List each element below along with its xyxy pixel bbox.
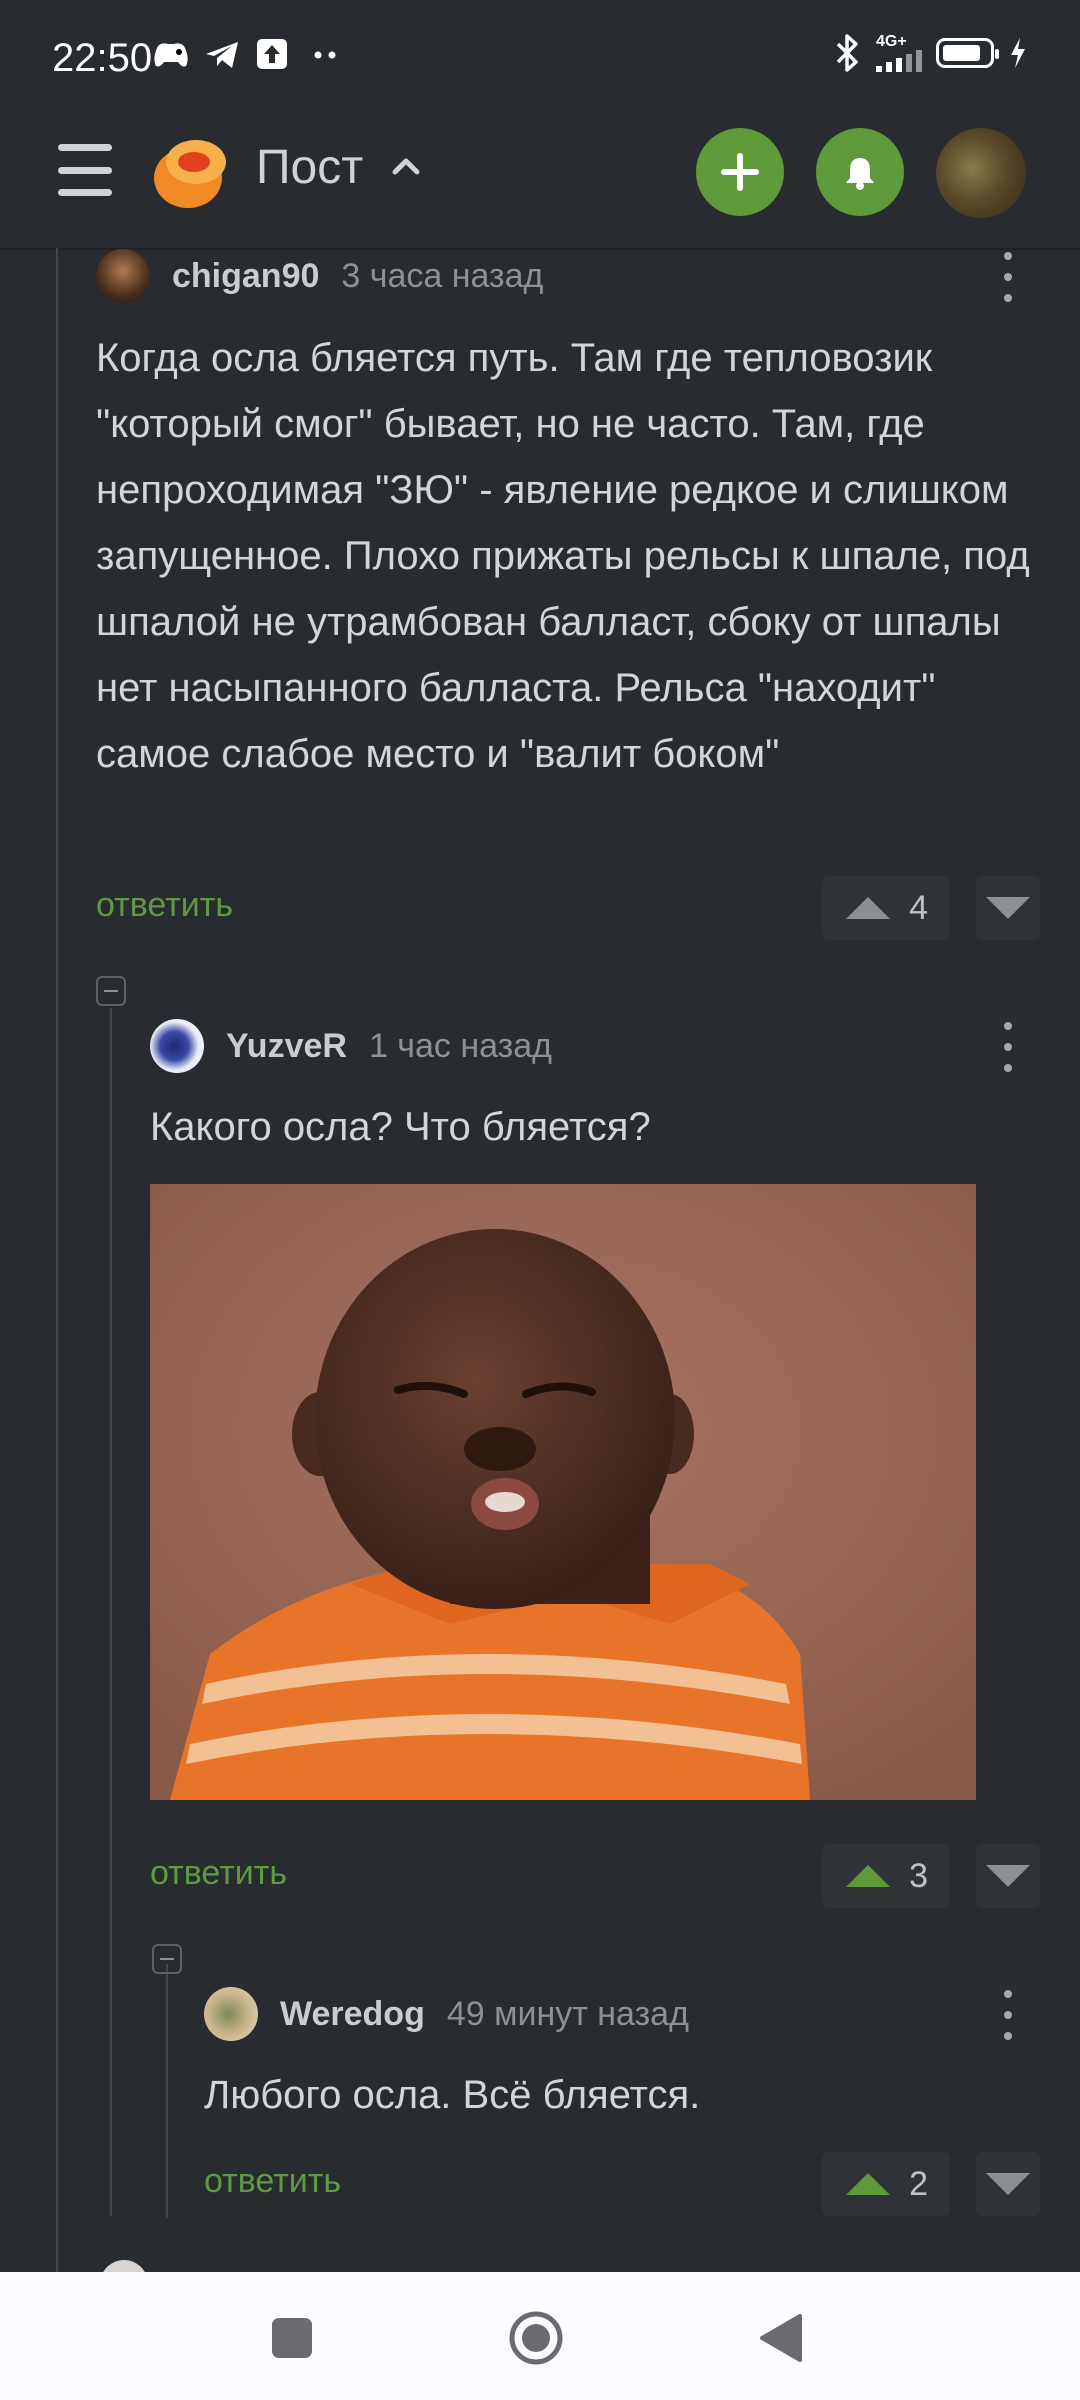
notifications-button[interactable] (816, 128, 904, 216)
battery-icon (936, 38, 999, 68)
collapse-thread-button[interactable] (152, 1944, 182, 1974)
game-controller-icon (154, 43, 188, 67)
status-time: 22:50 (52, 36, 153, 80)
collapse-thread-button[interactable] (96, 976, 126, 1006)
downvote-button[interactable] (976, 1844, 1040, 1908)
comment-text: Какого осла? Что бляется? (150, 1105, 651, 1149)
comment-header: YuzveR 1 час назад (150, 1018, 552, 1074)
chevron-up-icon[interactable] (386, 146, 426, 186)
add-post-button[interactable] (696, 128, 784, 216)
reply-button[interactable]: ответить (96, 886, 233, 925)
comment-time: 49 минут назад (446, 1994, 689, 2033)
menu-icon[interactable] (58, 144, 112, 196)
page-title[interactable]: Пост (256, 140, 363, 195)
home-circle-icon[interactable] (508, 2310, 564, 2366)
battery-level (943, 45, 980, 61)
username[interactable]: Weredog (280, 1995, 425, 2034)
avatar[interactable] (204, 1987, 258, 2041)
upvote-button[interactable]: 3 (822, 1844, 950, 1908)
upvote-button[interactable]: 4 (822, 876, 950, 940)
upvote-arrow-icon (846, 2173, 890, 2195)
thread-line-root (56, 248, 58, 2272)
more-options-icon[interactable] (998, 1990, 1018, 2040)
more-options-icon[interactable] (998, 1022, 1018, 1072)
upvote-button[interactable]: 2 (822, 2152, 950, 2216)
comment-text: Когда осла бляется путь. Там где теплово… (96, 336, 1030, 776)
network-type: 4G+ (876, 33, 907, 50)
comment-header: Weredog 49 минут назад (204, 1986, 689, 2042)
app-header: Пост (0, 112, 1080, 250)
recents-square-icon[interactable] (270, 2316, 314, 2360)
thread-line-level2 (166, 1964, 168, 2218)
rating-count: 2 (909, 2164, 928, 2203)
reply-button[interactable]: ответить (204, 2162, 341, 2201)
status-bar: 22:50 4G+ (0, 0, 1080, 112)
pikabu-logo-icon[interactable] (150, 132, 232, 214)
downvote-arrow-icon (986, 1865, 1030, 1887)
username[interactable]: chigan90 (172, 257, 319, 296)
telegram-icon (206, 42, 238, 68)
reply-button[interactable]: ответить (150, 1854, 287, 1893)
more-options-icon[interactable] (998, 252, 1018, 302)
comment-time: 1 час назад (368, 1026, 553, 1065)
thread-line-level1 (110, 1008, 112, 2216)
comment-time: 3 часа назад (341, 256, 544, 295)
dots-icon (314, 51, 336, 59)
bluetooth-icon (836, 34, 858, 72)
avatar[interactable] (96, 249, 150, 303)
comment-text: Любого осла. Всё бляется. (204, 2073, 701, 2117)
comment-image[interactable] (150, 1184, 976, 1800)
downvote-button[interactable] (976, 876, 1040, 940)
downvote-arrow-icon (986, 897, 1030, 919)
comment-header: chigan90 3 часа назад (96, 248, 543, 304)
system-nav-bar (0, 2272, 1080, 2400)
avatar[interactable] (150, 1019, 204, 1073)
downvote-arrow-icon (986, 2173, 1030, 2195)
plus-icon (721, 153, 759, 191)
upvote-arrow-icon (846, 1865, 890, 1887)
upload-icon (257, 39, 287, 69)
upvote-arrow-icon (846, 897, 890, 919)
username[interactable]: YuzveR (226, 1027, 347, 1066)
profile-avatar[interactable] (936, 128, 1026, 218)
bell-icon (846, 158, 874, 190)
downvote-button[interactable] (976, 2152, 1040, 2216)
back-triangle-icon[interactable] (758, 2312, 804, 2364)
signal-icon: 4G+ (876, 34, 922, 72)
status-right-group: 4G+ (834, 34, 1028, 72)
charging-icon (1011, 38, 1025, 68)
rating-count: 4 (909, 888, 928, 927)
rating-count: 3 (909, 1856, 928, 1895)
